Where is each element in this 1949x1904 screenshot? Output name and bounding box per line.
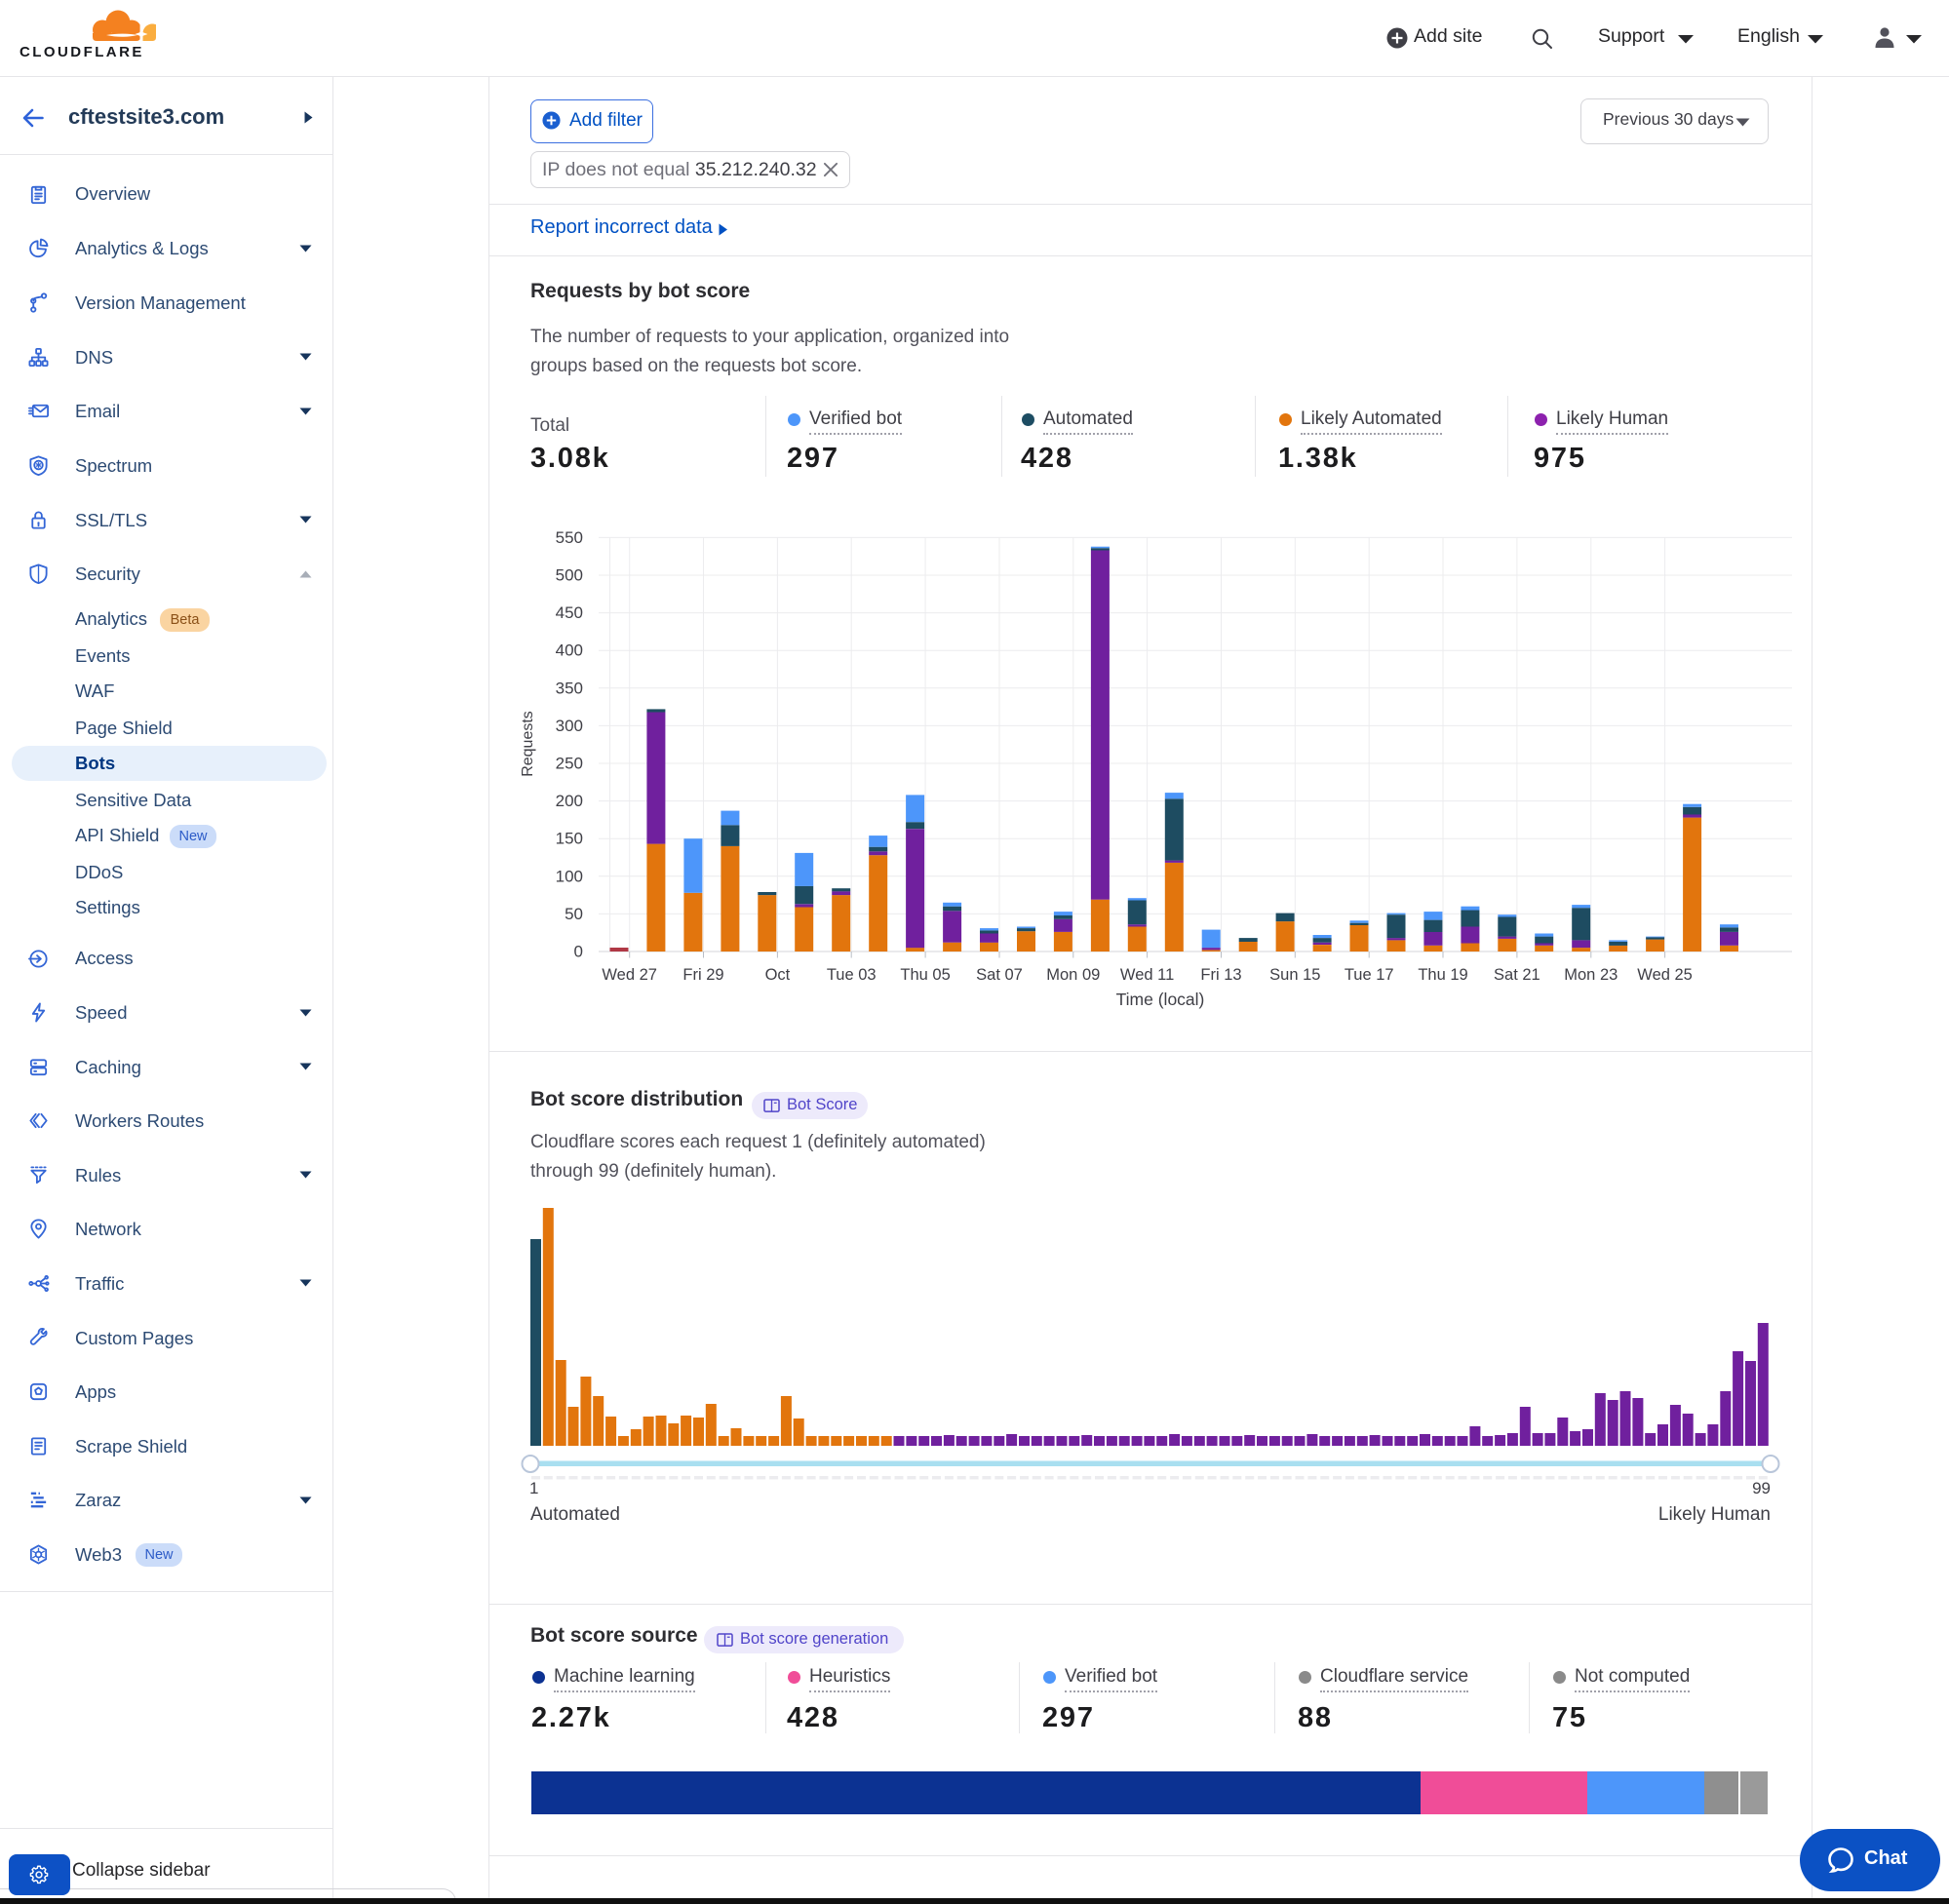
svg-text:Thu 05: Thu 05: [900, 966, 950, 984]
svg-text:Fri 29: Fri 29: [682, 966, 723, 984]
svg-text:Mon 23: Mon 23: [1564, 966, 1618, 984]
svg-text:Sat 21: Sat 21: [1494, 966, 1540, 984]
svg-text:Tue 17: Tue 17: [1345, 966, 1394, 984]
svg-text:500: 500: [556, 566, 583, 585]
svg-text:100: 100: [556, 867, 583, 885]
svg-text:50: 50: [565, 905, 583, 923]
svg-text:Wed 27: Wed 27: [602, 966, 657, 984]
svg-text:Time (local): Time (local): [1116, 990, 1205, 1009]
svg-text:Fri 13: Fri 13: [1200, 966, 1241, 984]
svg-text:Tue 03: Tue 03: [827, 966, 877, 984]
svg-text:550: 550: [556, 528, 583, 547]
svg-text:200: 200: [556, 792, 583, 810]
svg-text:Mon 09: Mon 09: [1046, 966, 1100, 984]
svg-text:Thu 19: Thu 19: [1418, 966, 1467, 984]
svg-text:Oct: Oct: [765, 966, 791, 984]
svg-text:Requests: Requests: [520, 711, 536, 777]
svg-text:300: 300: [556, 717, 583, 735]
svg-text:450: 450: [556, 603, 583, 622]
svg-text:0: 0: [574, 943, 583, 961]
svg-text:Wed 25: Wed 25: [1637, 966, 1693, 984]
svg-text:Sun 15: Sun 15: [1269, 966, 1320, 984]
svg-text:150: 150: [556, 830, 583, 848]
svg-text:Wed 11: Wed 11: [1120, 966, 1174, 984]
svg-text:Sat 07: Sat 07: [976, 966, 1023, 984]
svg-text:400: 400: [556, 641, 583, 660]
svg-text:350: 350: [556, 679, 583, 697]
svg-text:250: 250: [556, 755, 583, 773]
